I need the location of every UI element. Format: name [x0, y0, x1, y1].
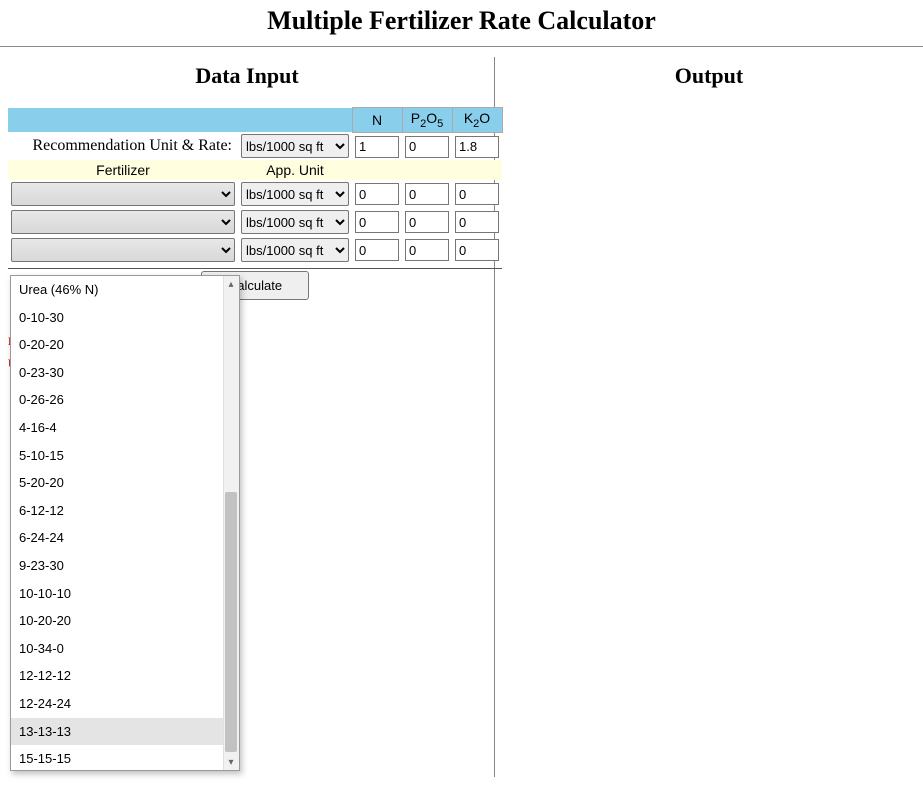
- output-panel: Output: [495, 57, 923, 777]
- row3-k-input[interactable]: [455, 239, 499, 261]
- recommendation-p-input[interactable]: [405, 136, 449, 158]
- app-unit-select-1[interactable]: lbs/1000 sq ft: [241, 182, 349, 206]
- data-input-heading: Data Input: [8, 63, 486, 89]
- dropdown-option[interactable]: 12-24-24: [11, 690, 239, 718]
- scroll-down-icon[interactable]: ▾: [223, 754, 239, 770]
- fertilizer-select-2[interactable]: [11, 210, 235, 234]
- dropdown-option[interactable]: 0-26-26: [11, 386, 239, 414]
- dropdown-option[interactable]: 9-23-30: [11, 552, 239, 580]
- app-unit-select-2[interactable]: lbs/1000 sq ft: [241, 210, 349, 234]
- dropdown-option[interactable]: 15-15-15: [11, 745, 239, 770]
- scroll-thumb[interactable]: [225, 492, 237, 752]
- dropdown-option[interactable]: 6-12-12: [11, 497, 239, 525]
- dropdown-option[interactable]: 0-20-20: [11, 331, 239, 359]
- row3-n-input[interactable]: [355, 239, 399, 261]
- recommendation-unit-select[interactable]: lbs/1000 sq ft: [241, 134, 349, 158]
- recommendation-n-input[interactable]: [355, 136, 399, 158]
- divider: [0, 46, 923, 47]
- dropdown-option[interactable]: 13-13-13: [11, 718, 239, 746]
- col-p2o5: P2O5: [402, 108, 452, 133]
- recommendation-label: Recommendation Unit & Rate:: [8, 132, 238, 160]
- row1-n-input[interactable]: [355, 183, 399, 205]
- dropdown-option[interactable]: 5-20-20: [11, 469, 239, 497]
- row1-p-input[interactable]: [405, 183, 449, 205]
- fertilizer-row: lbs/1000 sq ft: [8, 208, 502, 236]
- app-unit-select-3[interactable]: lbs/1000 sq ft: [241, 238, 349, 262]
- dropdown-option[interactable]: 4-16-4: [11, 414, 239, 442]
- row1-k-input[interactable]: [455, 183, 499, 205]
- nutrient-header-row: N P2O5 K2O: [8, 108, 502, 133]
- dropdown-scrollbar[interactable]: ▴ ▾: [223, 276, 239, 770]
- dropdown-option[interactable]: 0-23-30: [11, 359, 239, 387]
- recommendation-row: Recommendation Unit & Rate: lbs/1000 sq …: [8, 132, 502, 160]
- col-n: N: [352, 108, 402, 133]
- subheader-app-unit: App. Unit: [238, 160, 352, 180]
- recommendation-k-input[interactable]: [455, 136, 499, 158]
- output-heading: Output: [503, 63, 915, 89]
- subheader-row: Fertilizer App. Unit: [8, 160, 502, 180]
- dropdown-option[interactable]: 5-10-15: [11, 442, 239, 470]
- scroll-up-icon[interactable]: ▴: [223, 276, 239, 292]
- subheader-fertilizer: Fertilizer: [8, 160, 238, 180]
- dropdown-option[interactable]: 0-10-30: [11, 304, 239, 332]
- fertilizer-row: lbs/1000 sq ft: [8, 236, 502, 264]
- fertilizer-select-3[interactable]: [11, 238, 235, 262]
- page-title: Multiple Fertilizer Rate Calculator: [0, 0, 923, 46]
- row3-p-input[interactable]: [405, 239, 449, 261]
- dropdown-option[interactable]: 10-34-0: [11, 635, 239, 663]
- fertilizer-dropdown-listbox[interactable]: Urea (46% N)0-10-300-20-200-23-300-26-26…: [10, 275, 240, 771]
- row2-n-input[interactable]: [355, 211, 399, 233]
- dropdown-option[interactable]: Urea (46% N): [11, 276, 239, 304]
- input-table: N P2O5 K2O Recommendation Unit & Rate: l…: [8, 107, 503, 302]
- row2-p-input[interactable]: [405, 211, 449, 233]
- dropdown-option[interactable]: 12-12-12: [11, 662, 239, 690]
- dropdown-option[interactable]: 6-24-24: [11, 524, 239, 552]
- dropdown-option[interactable]: 10-10-10: [11, 580, 239, 608]
- data-input-panel: Data Input N P2O5 K2O Recommendation Uni…: [0, 57, 495, 777]
- fertilizer-select-1[interactable]: [11, 182, 235, 206]
- dropdown-option[interactable]: 10-20-20: [11, 607, 239, 635]
- col-k2o: K2O: [452, 108, 502, 133]
- fertilizer-row: lbs/1000 sq ft: [8, 180, 502, 208]
- row2-k-input[interactable]: [455, 211, 499, 233]
